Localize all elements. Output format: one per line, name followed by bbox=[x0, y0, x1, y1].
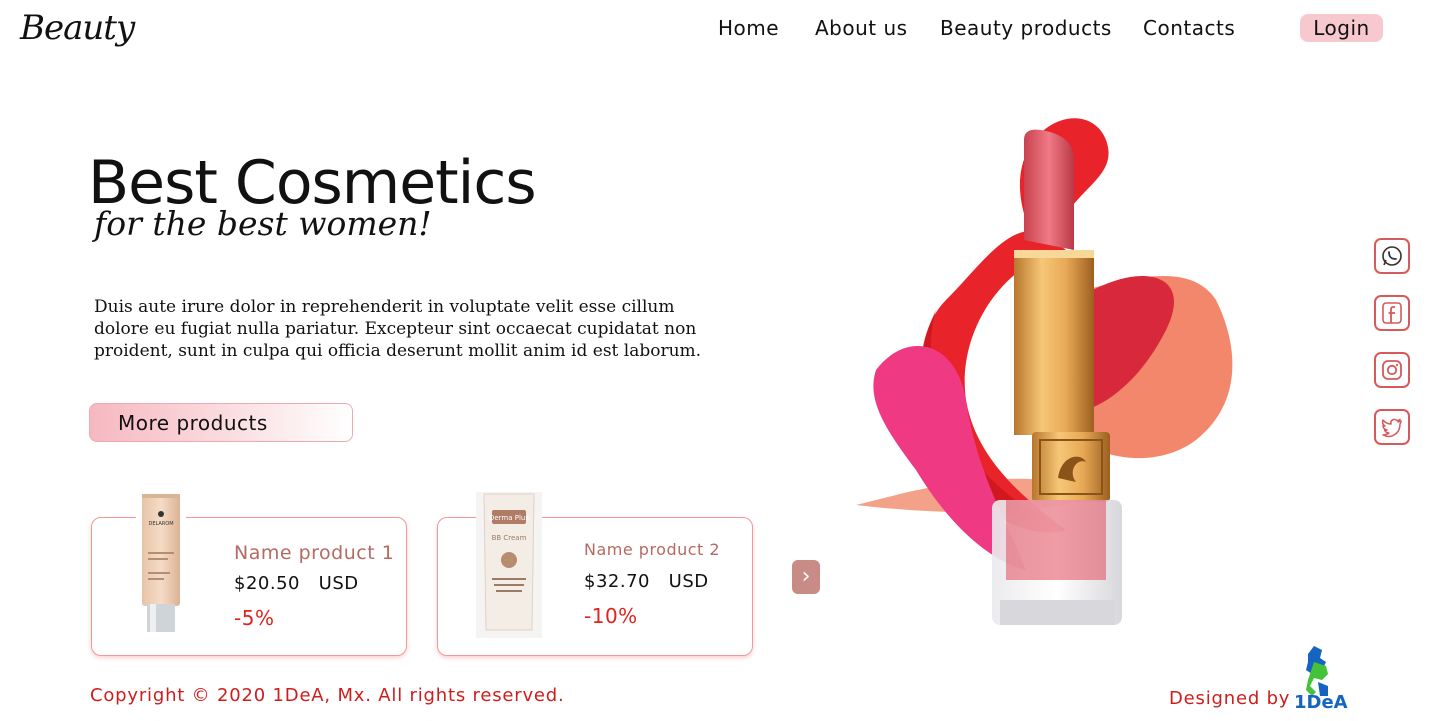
chevron-right-icon: › bbox=[801, 564, 811, 589]
instagram-icon bbox=[1382, 360, 1402, 380]
nav-beauty-products[interactable]: Beauty products bbox=[940, 14, 1112, 42]
more-products-button[interactable]: More products bbox=[89, 403, 353, 442]
copyright-text: Copyright © 2020 1DeA, Mx. All rights re… bbox=[90, 685, 565, 706]
product-brand-1: DELAROM bbox=[148, 521, 173, 527]
instagram-button[interactable] bbox=[1374, 352, 1410, 388]
designer-logo[interactable]: 1DeA bbox=[1292, 644, 1354, 713]
facebook-icon bbox=[1382, 302, 1402, 324]
product-brand-2: Derma Plus bbox=[489, 514, 529, 522]
main-nav: Home About us Beauty products Contacts bbox=[0, 14, 1440, 44]
hero-description: Duis aute irure dolor in reprehenderit i… bbox=[94, 297, 702, 361]
whatsapp-button[interactable] bbox=[1374, 238, 1410, 274]
product-image-1: DELAROM bbox=[136, 492, 186, 638]
product-discount-2: -10% bbox=[584, 604, 638, 628]
product-price-1: $20.50 USD bbox=[234, 573, 359, 594]
login-button[interactable]: Login bbox=[1300, 14, 1383, 42]
price-currency: USD bbox=[668, 571, 709, 592]
price-amount: $32.70 bbox=[584, 571, 650, 592]
designer-logo-text: 1DeA bbox=[1294, 692, 1348, 710]
product-card-2[interactable]: Derma Plus BB Cream Name product 2 $32.7… bbox=[437, 492, 753, 656]
product-name-1[interactable]: Name product 1 bbox=[234, 542, 394, 564]
price-amount: $20.50 bbox=[234, 573, 300, 594]
whatsapp-icon bbox=[1382, 246, 1402, 266]
price-currency: USD bbox=[318, 573, 359, 594]
product-discount-1: -5% bbox=[234, 606, 275, 630]
nav-about-us[interactable]: About us bbox=[815, 14, 908, 42]
hero-lipstick-image bbox=[836, 100, 1256, 635]
twitter-icon bbox=[1381, 418, 1402, 438]
hero-subtitle: for the best women! bbox=[94, 204, 432, 243]
carousel-next-button[interactable]: › bbox=[792, 560, 820, 594]
designed-by-text: Designed by bbox=[1169, 688, 1291, 709]
product-image-2: Derma Plus BB Cream bbox=[476, 492, 542, 638]
facebook-button[interactable] bbox=[1374, 295, 1410, 331]
twitter-button[interactable] bbox=[1374, 409, 1410, 445]
product-card-1[interactable]: DELAROM Name product 1 $20.50 USD -5% bbox=[91, 492, 407, 656]
product-price-2: $32.70 USD bbox=[584, 571, 709, 592]
nav-contacts[interactable]: Contacts bbox=[1143, 14, 1235, 42]
nav-home[interactable]: Home bbox=[718, 14, 779, 42]
product-name-2[interactable]: Name product 2 bbox=[584, 540, 720, 559]
product-label-2: BB Cream bbox=[492, 534, 527, 542]
